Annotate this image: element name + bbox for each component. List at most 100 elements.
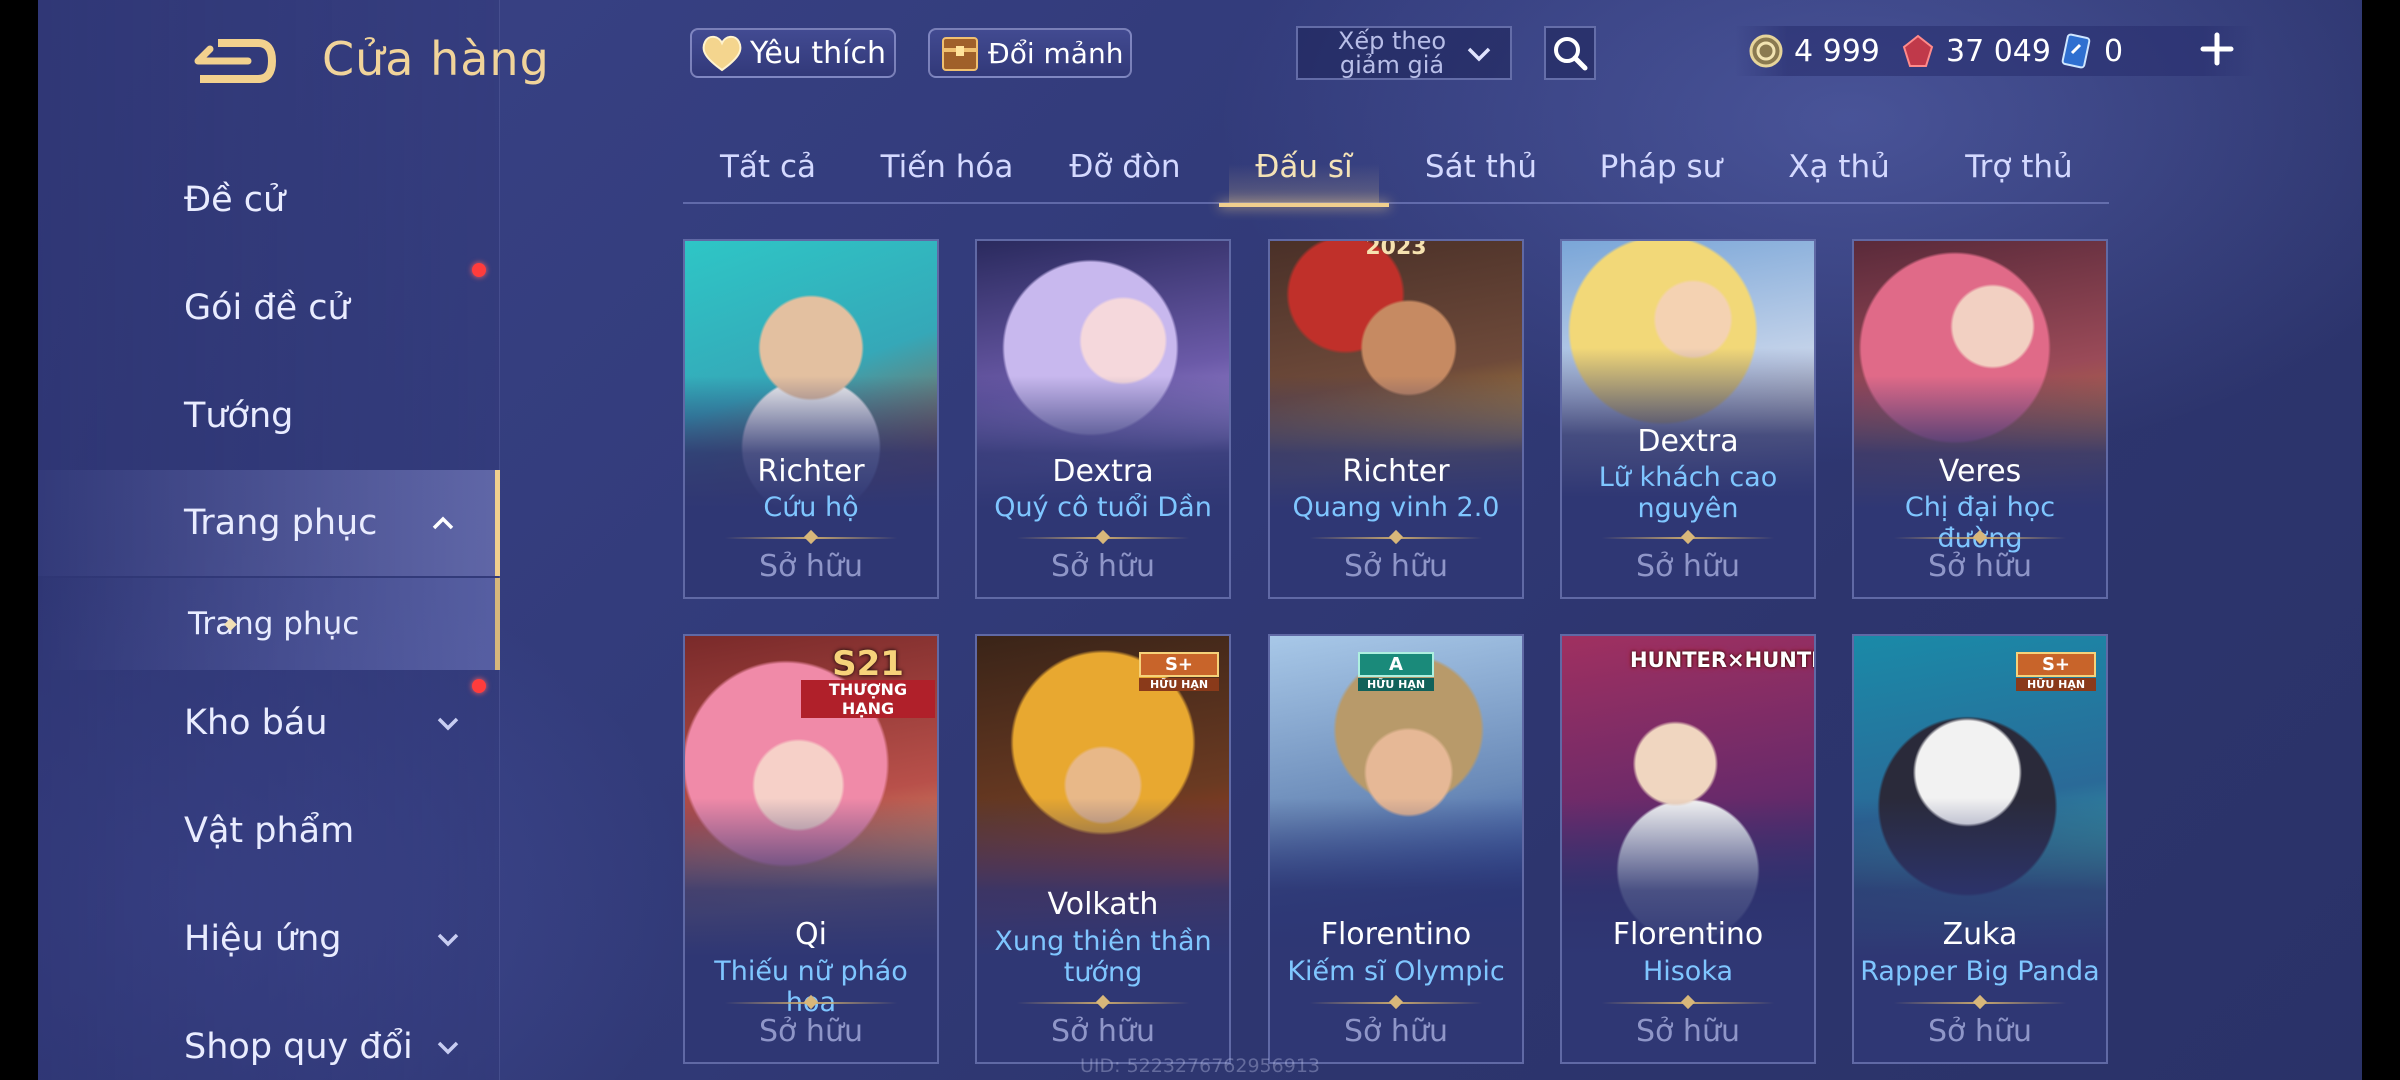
owned-status: Sở hữu: [1636, 549, 1740, 584]
chevron-down-icon: [1467, 47, 1491, 62]
tab-all[interactable]: Tất cả: [693, 130, 843, 204]
gold-amount: 4 999: [1794, 33, 1880, 69]
skin-name: Quý cô tuổi Dần: [994, 492, 1212, 523]
screen-bezel-left: [0, 0, 38, 1080]
currency-vouchers: 37 049: [1900, 28, 2051, 74]
owned-status: Sở hữu: [1051, 549, 1155, 584]
sidebar-item-recommended-packs[interactable]: Gói đề cử: [38, 255, 500, 361]
card-divider: [1602, 1002, 1774, 1004]
owned-status: Sở hữu: [759, 549, 863, 584]
tab-marksman[interactable]: Xạ thủ: [1764, 130, 1914, 204]
collab-badge: HUNTER×HUNTER: [1630, 648, 1814, 672]
skin-card[interactable]: Richter Cứu hộ Sở hữu: [683, 239, 939, 599]
gold-coin-icon: [1749, 34, 1783, 68]
skin-name: Rapper Big Panda: [1860, 956, 2100, 987]
skin-card[interactable]: S+ HỮU HẠN Zuka Rapper Big Panda Sở hữu: [1852, 634, 2108, 1064]
tier-badge: S21: [832, 644, 904, 684]
sidebar-item-skins[interactable]: Trang phục: [38, 470, 500, 576]
chevron-down-icon: [437, 933, 459, 947]
card-divider: [1017, 1002, 1189, 1004]
sidebar-item-effects[interactable]: Hiệu ứng: [38, 886, 500, 992]
hero-name: Dextra: [1637, 424, 1739, 459]
skin-card[interactable]: S21 THƯỢNG HẠNG Qi Thiếu nữ pháo hoa Sở …: [683, 634, 939, 1064]
sidebar-item-label: Tướng: [184, 396, 294, 436]
sidebar-item-label: Trang phục: [184, 503, 378, 543]
card-divider: [1894, 1002, 2066, 1004]
back-arrow-icon: [194, 39, 276, 83]
ticket-amount: 0: [2104, 33, 2124, 69]
sidebar-item-label: Shop quy đổi: [184, 1027, 413, 1067]
skin-card[interactable]: Veres Chị đại học đường Sở hữu: [1852, 239, 2108, 599]
card-divider: [1310, 1002, 1482, 1004]
owned-status: Sở hữu: [1051, 1014, 1155, 1049]
sidebar-item-label: Kho báu: [184, 703, 328, 743]
skin-name: Cứu hộ: [763, 492, 859, 523]
hero-name: Veres: [1938, 454, 2022, 489]
chevron-up-icon: [432, 516, 454, 530]
sidebar-item-exchange-shop[interactable]: Shop quy đổi: [38, 994, 500, 1080]
skin-card[interactable]: HUNTER×HUNTER Florentino Hisoka Sở hữu: [1560, 634, 1816, 1064]
sort-dropdown-value: Xếp theo giảm giá: [1337, 27, 1447, 79]
favorites-button[interactable]: Yêu thích: [690, 28, 896, 78]
skin-name: Hisoka: [1642, 956, 1734, 987]
skin-card[interactable]: 2023 Richter Quang vinh 2.0 Sở hữu: [1268, 239, 1524, 599]
owned-status: Sở hữu: [1344, 549, 1448, 584]
sidebar-subitem-skins[interactable]: Trang phục: [38, 578, 500, 670]
hero-name: Richter: [757, 454, 865, 489]
sidebar-item-label: Vật phẩm: [184, 811, 355, 851]
back-button[interactable]: [185, 30, 280, 92]
chevron-down-icon: [437, 717, 459, 731]
category-tabs: Tất cả Tiến hóa Đỡ đòn Đấu sĩ Sát thủ Ph…: [683, 130, 2109, 207]
hero-name: Volkath: [1047, 887, 1159, 922]
tab-support[interactable]: Trợ thủ: [1944, 130, 2094, 204]
skin-card[interactable]: Dextra Lữ khách cao nguyên Sở hữu: [1560, 239, 1816, 599]
sort-dropdown[interactable]: Xếp theo giảm giá: [1296, 26, 1512, 80]
tab-assassin[interactable]: Sát thủ: [1406, 130, 1556, 204]
sidebar-item-label: Gói đề cử: [184, 288, 350, 328]
sidebar-item-heroes[interactable]: Tướng: [38, 363, 500, 469]
hero-name: Florentino: [1612, 917, 1764, 952]
tier-badge: S+: [1139, 652, 1219, 677]
skin-name: Kiếm sĩ Olympic: [1287, 956, 1505, 987]
owned-status: Sở hữu: [1344, 1014, 1448, 1049]
sidebar-subitem-label: Trang phục: [188, 606, 360, 642]
topup-button[interactable]: [2196, 28, 2238, 70]
sidebar-item-recommended[interactable]: Đề cử: [38, 147, 500, 253]
owned-status: Sở hữu: [759, 1014, 863, 1049]
skin-card[interactable]: S+ HỮU HẠN Volkath Xung thiên thần tướng…: [975, 634, 1231, 1064]
skin-card[interactable]: Dextra Quý cô tuổi Dần Sở hữu: [975, 239, 1231, 599]
skin-name: Lữ khách cao nguyên: [1598, 462, 1778, 524]
chevron-down-icon: [437, 1041, 459, 1055]
heart-icon: [700, 31, 744, 75]
shop-screen: Cửa hàng Đề cử Gói đề cử Tướng Trang phụ…: [0, 0, 2400, 1080]
page-title: Cửa hàng: [322, 32, 550, 86]
card-divider: [1310, 537, 1482, 539]
hero-name: Qi: [795, 917, 827, 952]
red-gem-icon: [1902, 34, 1934, 67]
blue-voucher-icon: [2061, 33, 2091, 69]
sidebar-item-treasure[interactable]: Kho báu: [38, 670, 500, 776]
skin-card[interactable]: A HỮU HẠN Florentino Kiếm sĩ Olympic Sở …: [1268, 634, 1524, 1064]
skin-name: Chị đại học đường: [1904, 492, 2056, 554]
sidebar-item-label: Đề cử: [184, 180, 286, 220]
tier-badge-sub: HỮU HẠN: [2016, 678, 2096, 691]
search-button[interactable]: [1544, 26, 1596, 80]
search-icon: [1554, 37, 1588, 71]
tab-evolution[interactable]: Tiến hóa: [872, 130, 1022, 204]
card-divider: [725, 1002, 897, 1004]
tier-badge-sub: HỮU HẠN: [1139, 678, 1219, 691]
skin-name: Xung thiên thần tướng: [994, 926, 1212, 988]
exchange-shards-label: Đổi mảnh: [988, 36, 1124, 70]
favorites-label: Yêu thích: [750, 35, 886, 71]
tab-fighter[interactable]: Đấu sĩ: [1219, 130, 1389, 207]
tab-mage[interactable]: Pháp sư: [1586, 130, 1736, 204]
treasure-chest-icon: [938, 31, 982, 75]
owned-status: Sở hữu: [1928, 549, 2032, 584]
card-divider: [1602, 537, 1774, 539]
card-divider: [1894, 537, 2066, 539]
hero-name: Florentino: [1320, 917, 1472, 952]
exchange-shards-button[interactable]: Đổi mảnh: [928, 28, 1132, 78]
tab-tank[interactable]: Đỡ đòn: [1050, 130, 1200, 204]
sidebar-item-items[interactable]: Vật phẩm: [38, 778, 500, 884]
voucher-amount: 37 049: [1946, 33, 2051, 69]
